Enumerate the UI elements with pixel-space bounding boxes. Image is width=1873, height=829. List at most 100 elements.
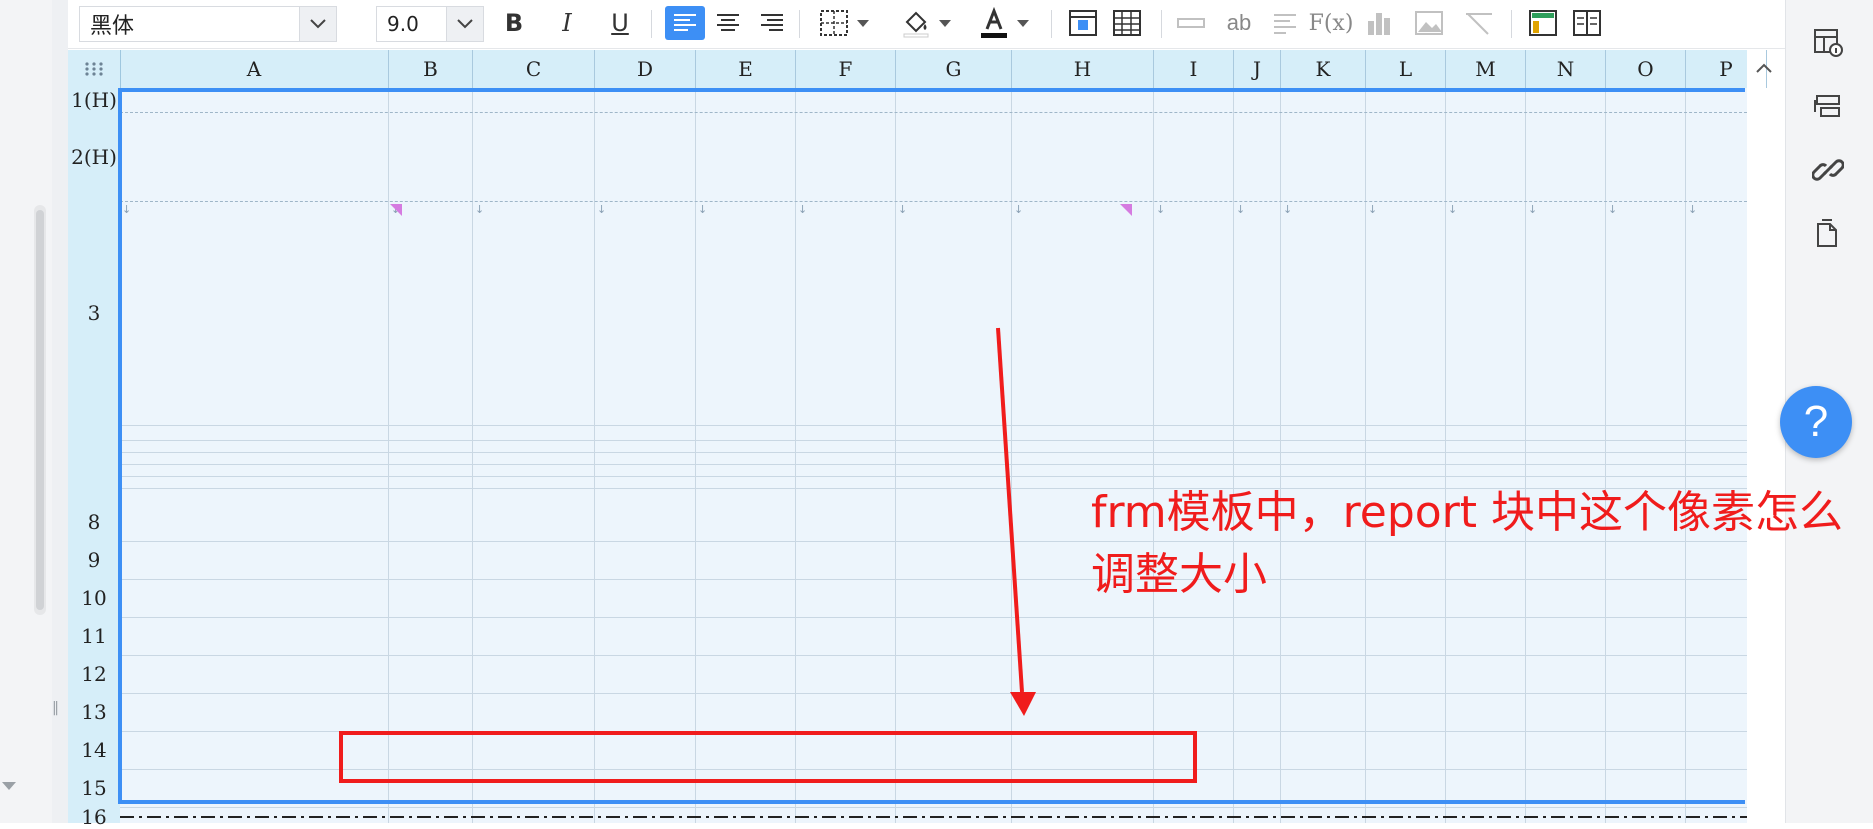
layout-a-button[interactable]: [1525, 6, 1561, 40]
row-header-12[interactable]: 12: [68, 655, 120, 693]
font-size-select[interactable]: 9.0: [376, 6, 484, 42]
italic-button[interactable]: I: [550, 6, 584, 40]
expand-down-arrow-icon: ↓: [475, 203, 485, 216]
column-gridline: [1280, 88, 1281, 823]
report-grid[interactable]: ABCDEFGHIJKLMNOP 1(H) 2(H) 3 8 9 10 11 12 13 14 15…: [68, 50, 1767, 829]
collapsed-row-line: [120, 452, 1747, 453]
row-header-1h[interactable]: 1(H): [68, 88, 120, 112]
caret-down-icon[interactable]: [939, 19, 951, 27]
border-button[interactable]: [813, 6, 875, 40]
row-header-16[interactable]: 16: [68, 805, 120, 829]
row-header-2h[interactable]: 2(H): [68, 112, 120, 201]
select-all-corner[interactable]: [68, 50, 121, 88]
image-button[interactable]: [1411, 6, 1447, 40]
widget-settings-icon[interactable]: [1808, 86, 1848, 126]
row-header-9[interactable]: 9: [68, 541, 120, 579]
underline-button[interactable]: U: [603, 6, 637, 40]
row-gridline: [120, 425, 1747, 426]
row-header-15[interactable]: 15: [68, 769, 120, 807]
text-button[interactable]: ab: [1221, 6, 1257, 40]
column-header-h[interactable]: H: [1012, 50, 1154, 88]
table-grid-icon: [1113, 10, 1141, 36]
row-gridline: [120, 655, 1747, 656]
column-header-m[interactable]: M: [1446, 50, 1526, 88]
cell-attribute-icon[interactable]: [1808, 22, 1848, 62]
column-gridline: [795, 88, 796, 823]
row-header-13[interactable]: 13: [68, 693, 120, 731]
row-header-8[interactable]: 8: [68, 503, 120, 541]
column-gridline: [1365, 88, 1366, 823]
help-button[interactable]: ?: [1780, 386, 1852, 458]
caret-down-icon[interactable]: [1017, 19, 1029, 27]
expand-down-arrow-icon: ↓: [1688, 203, 1698, 216]
column-gridline: [1445, 88, 1446, 823]
collapsed-row-line: [120, 440, 1747, 441]
row-gridline: [120, 617, 1747, 618]
hyperlink-icon[interactable]: [1808, 150, 1848, 190]
splitter-grip-icon[interactable]: ‖: [52, 700, 59, 716]
insert-cell-icon: [1069, 10, 1097, 36]
column-header-a[interactable]: A: [120, 50, 389, 88]
paragraph-button[interactable]: [1267, 6, 1303, 40]
cell-area[interactable]: ↓ ↓ ↓ ↓ ↓ ↓ ↓ ↓ ↓ ↓ ↓ ↓ ↓ ↓ ↓ ↓: [120, 88, 1747, 823]
column-gridline: [472, 88, 473, 823]
row-gridline: [120, 693, 1747, 694]
insert-cell-button[interactable]: [1065, 6, 1101, 40]
align-right-button[interactable]: [755, 6, 789, 40]
chevron-down-icon[interactable]: [299, 7, 336, 41]
column-header-g[interactable]: G: [896, 50, 1012, 88]
toolbar-divider: [651, 10, 652, 38]
diagonal-slash-icon: [1466, 13, 1492, 35]
row-header-3[interactable]: 3: [68, 201, 120, 425]
align-left-button[interactable]: [665, 6, 705, 40]
collapse-arrow-icon[interactable]: [2, 782, 16, 790]
slash-button[interactable]: [1461, 6, 1497, 40]
column-header-e[interactable]: E: [696, 50, 796, 88]
collapsed-row-line: [120, 464, 1747, 465]
font-color-button[interactable]: [973, 6, 1035, 40]
chart-button[interactable]: [1361, 6, 1397, 40]
column-header-d[interactable]: D: [595, 50, 696, 88]
column-header-i[interactable]: I: [1154, 50, 1234, 88]
column-header-b[interactable]: B: [389, 50, 473, 88]
expand-down-arrow-icon: ↓: [1448, 203, 1458, 216]
bold-button[interactable]: B: [497, 6, 531, 40]
table-grid-button[interactable]: [1109, 6, 1145, 40]
column-header-n[interactable]: N: [1526, 50, 1606, 88]
chevron-down-icon[interactable]: [446, 7, 483, 41]
cell-flag-marker: [1120, 204, 1132, 216]
toolbar-divider: [1511, 10, 1512, 38]
formula-button[interactable]: F(x): [1309, 6, 1354, 40]
column-header-j[interactable]: J: [1234, 50, 1281, 88]
expand-down-arrow-icon: ↓: [898, 203, 908, 216]
toolbar-divider: [1051, 10, 1052, 38]
text-ab-icon: ab: [1226, 10, 1252, 35]
merge-button[interactable]: [1173, 6, 1209, 40]
font-family-select[interactable]: 黑体: [79, 6, 337, 42]
column-header-c[interactable]: C: [473, 50, 595, 88]
left-scrollbar-thumb[interactable]: [36, 210, 44, 610]
merge-cells-icon: [1177, 18, 1205, 28]
font-family-value: 黑体: [90, 14, 135, 39]
column-gridline: [1525, 88, 1526, 823]
layout-b-button[interactable]: [1569, 6, 1605, 40]
column-header-o[interactable]: O: [1606, 50, 1686, 88]
scroll-up-icon[interactable]: [1752, 56, 1776, 80]
caret-down-icon[interactable]: [857, 19, 869, 27]
align-center-button[interactable]: [711, 6, 745, 40]
format-toolbar: 黑体 9.0 B I U ab F(x): [68, 0, 1785, 49]
annotation-text: frm模板中，report 块中这个像素怎么调整大小: [1091, 487, 1844, 600]
column-header-l[interactable]: L: [1366, 50, 1446, 88]
row-header-10[interactable]: 10: [68, 579, 120, 617]
row-gridline: [120, 807, 1747, 808]
column-header-f[interactable]: F: [796, 50, 896, 88]
page-settings-icon[interactable]: [1808, 214, 1848, 254]
row-header-11[interactable]: 11: [68, 617, 120, 655]
paragraph-icon: [1274, 14, 1296, 34]
fill-color-button[interactable]: [895, 6, 957, 40]
row-header-14[interactable]: 14: [68, 731, 120, 769]
column-header-k[interactable]: K: [1281, 50, 1366, 88]
expand-down-arrow-icon: ↓: [1608, 203, 1618, 216]
toolbar-divider: [1161, 10, 1162, 38]
expand-down-arrow-icon: ↓: [1014, 203, 1024, 216]
